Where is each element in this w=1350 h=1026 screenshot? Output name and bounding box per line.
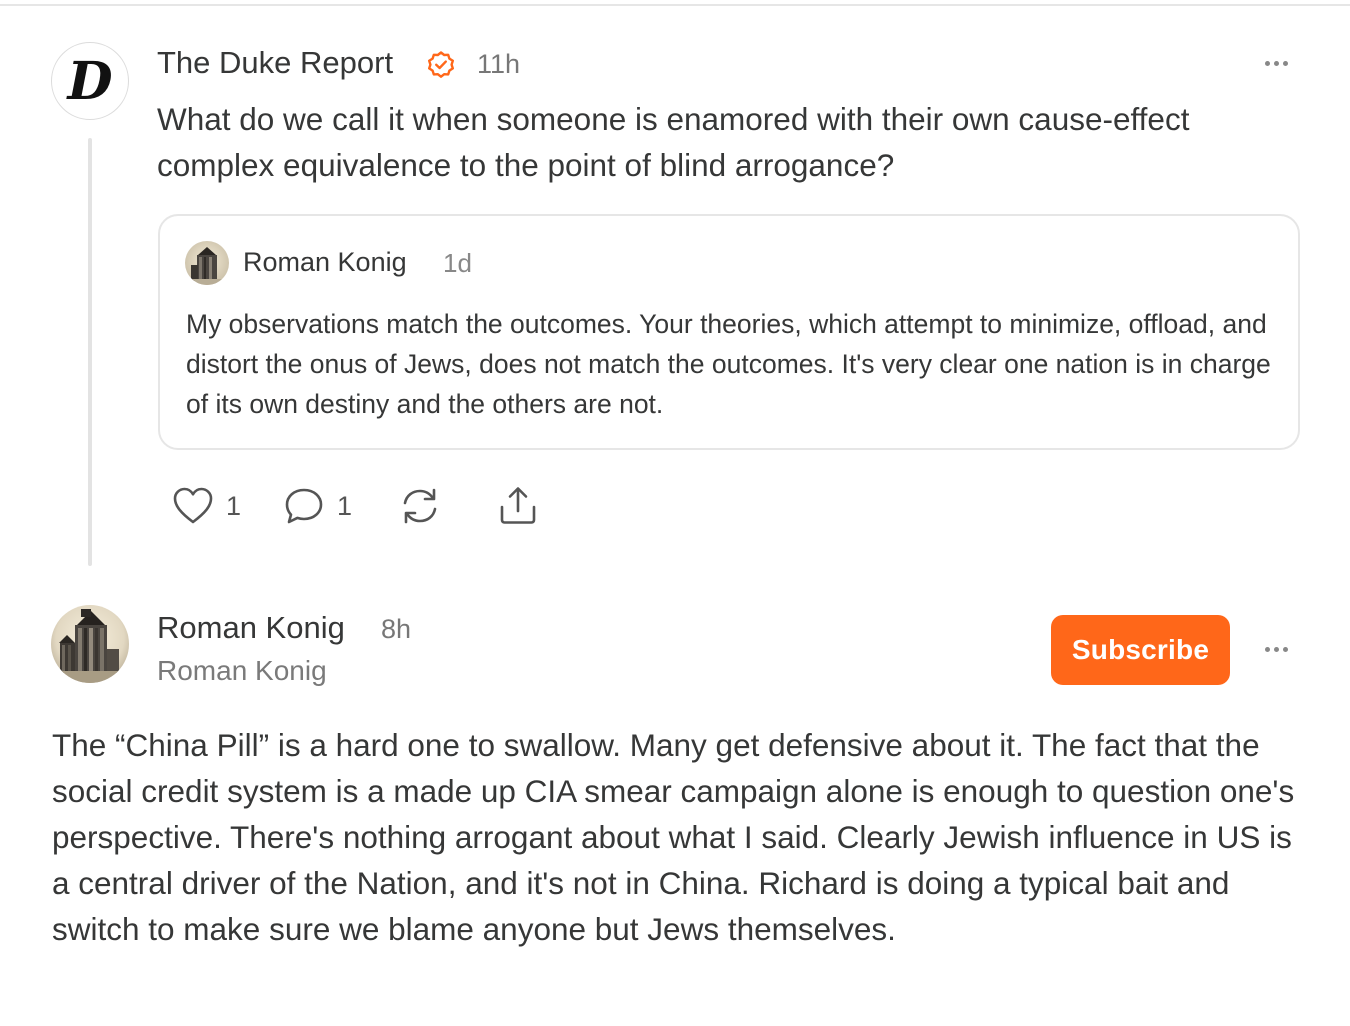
post-timestamp[interactable]: 11h: [477, 49, 520, 80]
reply-author-name[interactable]: Roman Konig: [157, 610, 345, 646]
share-button[interactable]: [496, 484, 540, 528]
restack-button[interactable]: [398, 484, 442, 528]
share-icon: [500, 487, 536, 524]
quote-author-avatar[interactable]: [185, 241, 229, 285]
comment-button[interactable]: 1: [283, 484, 352, 528]
like-button[interactable]: 1: [172, 484, 241, 528]
top-divider: [0, 4, 1350, 6]
restack-icon: [403, 488, 437, 524]
reply-body: The “China Pill” is a hard one to swallo…: [52, 727, 1295, 947]
verified-icon: [428, 51, 454, 78]
reply-publication-name[interactable]: Roman Konig: [157, 655, 327, 687]
post-more-icon[interactable]: [1265, 61, 1288, 66]
thread-line: [88, 138, 92, 566]
subscribe-button[interactable]: Subscribe: [1051, 615, 1230, 685]
quote-timestamp[interactable]: 1d: [443, 248, 472, 279]
reply-timestamp[interactable]: 8h: [381, 614, 411, 645]
reply-author-avatar[interactable]: [51, 605, 129, 683]
comment-icon: [285, 488, 323, 524]
quote-author-name[interactable]: Roman Konig: [243, 247, 407, 278]
post-author-name[interactable]: The Duke Report: [157, 45, 393, 81]
quote-body: My observations match the outcomes. Your…: [186, 309, 1271, 419]
comment-count: 1: [337, 490, 353, 521]
author-avatar[interactable]: D: [51, 42, 129, 120]
heart-icon: [173, 487, 213, 524]
reply-more-icon[interactable]: [1265, 647, 1288, 652]
post-body: What do we call it when someone is enamo…: [157, 101, 1190, 183]
like-count: 1: [226, 490, 242, 521]
